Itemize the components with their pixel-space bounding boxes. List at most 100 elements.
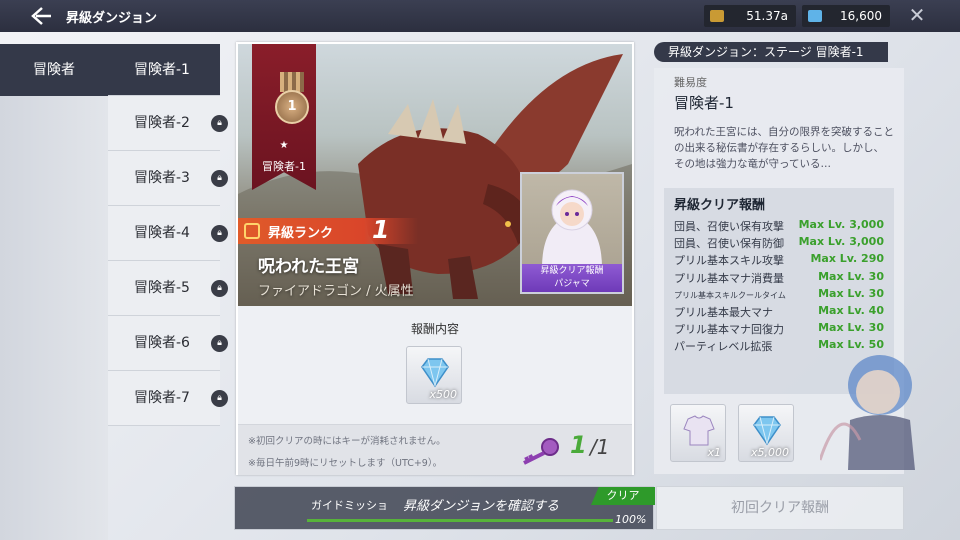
rank-crest-icon [244,223,260,239]
clear-reward-qty-1: x1 [707,446,721,459]
reward-row-label: プリル基本最大マナ [674,306,773,319]
dungeon-subtitle: ファイアドラゴン / 火属性 [258,284,414,299]
reward-row: 団員、召使い保有防御 Max Lv. 3,000 [674,235,884,252]
reward-row: プリル基本最大マナ Max Lv. 40 [674,304,884,321]
reward-row-label: 団員、召使い保有攻撃 [674,220,784,233]
key-total: /1 [590,435,610,459]
difficulty-value: 冒険者-1 [674,94,734,112]
key-icon [523,438,559,465]
reward-row-label: 団員、召使い保有防御 [674,237,784,250]
reward-row-value: Max Lv. 3,000 [798,235,884,248]
category-panel [0,96,108,540]
pajama-icon [683,415,715,446]
stage-label: 冒険者-2 [134,115,190,131]
clear-reward-qty-2: x5,000 [750,446,789,459]
guide-mission-text: 昇級ダンジョンを確認する [403,499,560,514]
screen: 昇級ダンジョン 51.37a 16,600 ✕ 冒険者 冒険者-1 冒険者-2 🔒… [0,0,960,540]
banner-star: ★ [279,140,289,151]
gold-amount: 51.37a [746,9,788,23]
lock-icon: 🔒︎ [211,335,228,352]
category-tab-adventurer[interactable]: 冒険者 [0,44,108,96]
costume-label-line-2: パジャマ [554,279,590,289]
stage-list: 冒険者-1 冒険者-2 🔒︎ 冒険者-3 🔒︎ 冒険者-4 🔒︎ 冒険者-5 🔒︎ 冒険… [108,44,228,426]
banner-stage-name: 冒険者-1 [262,160,306,173]
stage-detail-header: 昇級ダンジョン：ステージ 冒険者-1 [654,42,888,62]
stage-item-1[interactable]: 冒険者-1 [108,44,220,96]
key-count: 1 [570,431,587,459]
reward-row-value: Max Lv. 290 [810,252,884,265]
reward-row-value: Max Lv. 30 [818,287,884,300]
reward-row-value: Max Lv. 30 [818,321,884,334]
reward-row: プリル基本マナ回復力 Max Lv. 30 [674,321,884,338]
dungeon-artwork: 1 ★ 冒険者-1 昇級ランク 1 呪われた王宮 ファイアドラゴン / 火属性 [238,44,632,306]
page-title: 昇級ダンジョン [66,11,158,26]
stage-banner: 1 ★ 冒険者-1 [252,44,316,190]
top-bar: 昇級ダンジョン 51.37a 16,600 ✕ [0,0,960,32]
mascot-character-icon [820,355,915,470]
dungeon-card: 1 ★ 冒険者-1 昇級ランク 1 呪われた王宮 ファイアドラゴン / 火属性 [236,42,634,475]
diamond-gem-icon [421,358,449,388]
lock-icon: 🔒︎ [211,280,228,297]
reward-row: 団員、召使い保有攻撃 Max Lv. 3,000 [674,218,884,235]
stage-label: 冒険者-4 [134,225,190,241]
reward-row-value: Max Lv. 30 [818,270,884,283]
reward-row: プリル基本マナ消費量 Max Lv. 30 [674,270,884,287]
reward-row-value: Max Lv. 3,000 [798,218,884,231]
rank-medal: 1 [275,90,309,124]
gold-counter[interactable]: 51.37a [704,5,796,27]
reward-row: プリル基本スキル攻撃 Max Lv. 290 [674,252,884,269]
lock-icon: 🔒︎ [211,115,228,132]
gem-amount: 16,600 [840,9,882,23]
gem-counter[interactable]: 16,600 [802,5,890,27]
reward-row-label: プリル基本マナ回復力 [674,323,784,336]
reward-heading: 報酬内容 [410,322,459,336]
reward-quantity: x500 [429,388,457,401]
costume-label: 昇級クリア報酬 パジャマ [522,264,622,292]
guide-mission-bar[interactable]: ガイドミッショ 昇級ダンジョンを確認する クリア 100% [234,486,655,530]
costume-reward-portrait[interactable]: 昇級クリア報酬 パジャマ [520,172,624,294]
stage-item-3[interactable]: 冒険者-3 🔒︎ [108,151,228,206]
notes-area: ※初回クリアの時にはキーが消耗されません。 ※毎日午前9時にリセットします（UT… [238,424,632,475]
gem-icon [808,10,822,22]
stage-label: 冒険者-5 [134,280,190,296]
lock-icon: 🔒︎ [211,390,228,407]
reward-row-label: プリル基本マナ消費量 [674,272,784,285]
clear-reward-heading: 昇級クリア報酬 [674,198,766,213]
stage-item-2[interactable]: 冒険者-2 🔒︎ [108,96,228,151]
stage-description: 呪われた王宮には、自分の限界を突破することの出来る秘伝書が存在するらしい。しかし… [674,126,894,170]
medal-ribbon [280,72,304,92]
guide-progress-percent: 100% [615,513,647,526]
note-first-clear: ※初回クリアの時にはキーが消耗されません。 [248,436,446,447]
clear-reward-item-pajama[interactable]: x1 [670,404,726,462]
rank-value: 1 [372,215,390,244]
stage-item-4[interactable]: 冒険者-4 🔒︎ [108,206,228,261]
close-icon[interactable]: ✕ [906,4,928,26]
guide-progress-bar [307,519,613,522]
stage-label: 冒険者-6 [134,335,190,351]
first-clear-reward-button[interactable]: 初回クリア報酬 [656,486,904,530]
difficulty-label: 難易度 [674,76,707,89]
lock-icon: 🔒︎ [211,170,228,187]
guide-mission-label: ガイドミッショ [311,499,388,512]
rank-bar: 昇級ランク 1 [238,215,418,244]
pajama-character-icon [542,189,602,268]
costume-label-line-1: 昇級クリア報酬 [540,266,604,276]
stage-item-7[interactable]: 冒険者-7 🔒︎ [108,371,228,426]
reward-row-label: プリル基本スキルクールタイム [674,291,786,300]
reward-row-value: Max Lv. 40 [818,304,884,317]
back-arrow-icon[interactable] [30,6,52,26]
rank-label: 昇級ランク [268,226,334,241]
stage-item-6[interactable]: 冒険者-6 🔒︎ [108,316,228,371]
diamond-gem-icon [753,416,781,446]
note-reset: ※毎日午前9時にリセットします（UTC+9）。 [248,458,443,469]
dungeon-name: 呪われた王宮 [258,257,360,277]
lock-icon: 🔒︎ [211,225,228,242]
stage-label: 冒険者-7 [134,390,190,406]
reward-row-label: パーティレベル拡張 [674,340,773,353]
reward-item-gem[interactable]: x500 [406,346,462,404]
clear-reward-item-gem[interactable]: x5,000 [738,404,794,462]
gold-bag-icon [710,10,724,22]
stage-label: 冒険者-1 [134,62,190,78]
reward-row: プリル基本スキルクールタイム Max Lv. 30 [674,287,884,304]
stage-item-5[interactable]: 冒険者-5 🔒︎ [108,261,228,316]
